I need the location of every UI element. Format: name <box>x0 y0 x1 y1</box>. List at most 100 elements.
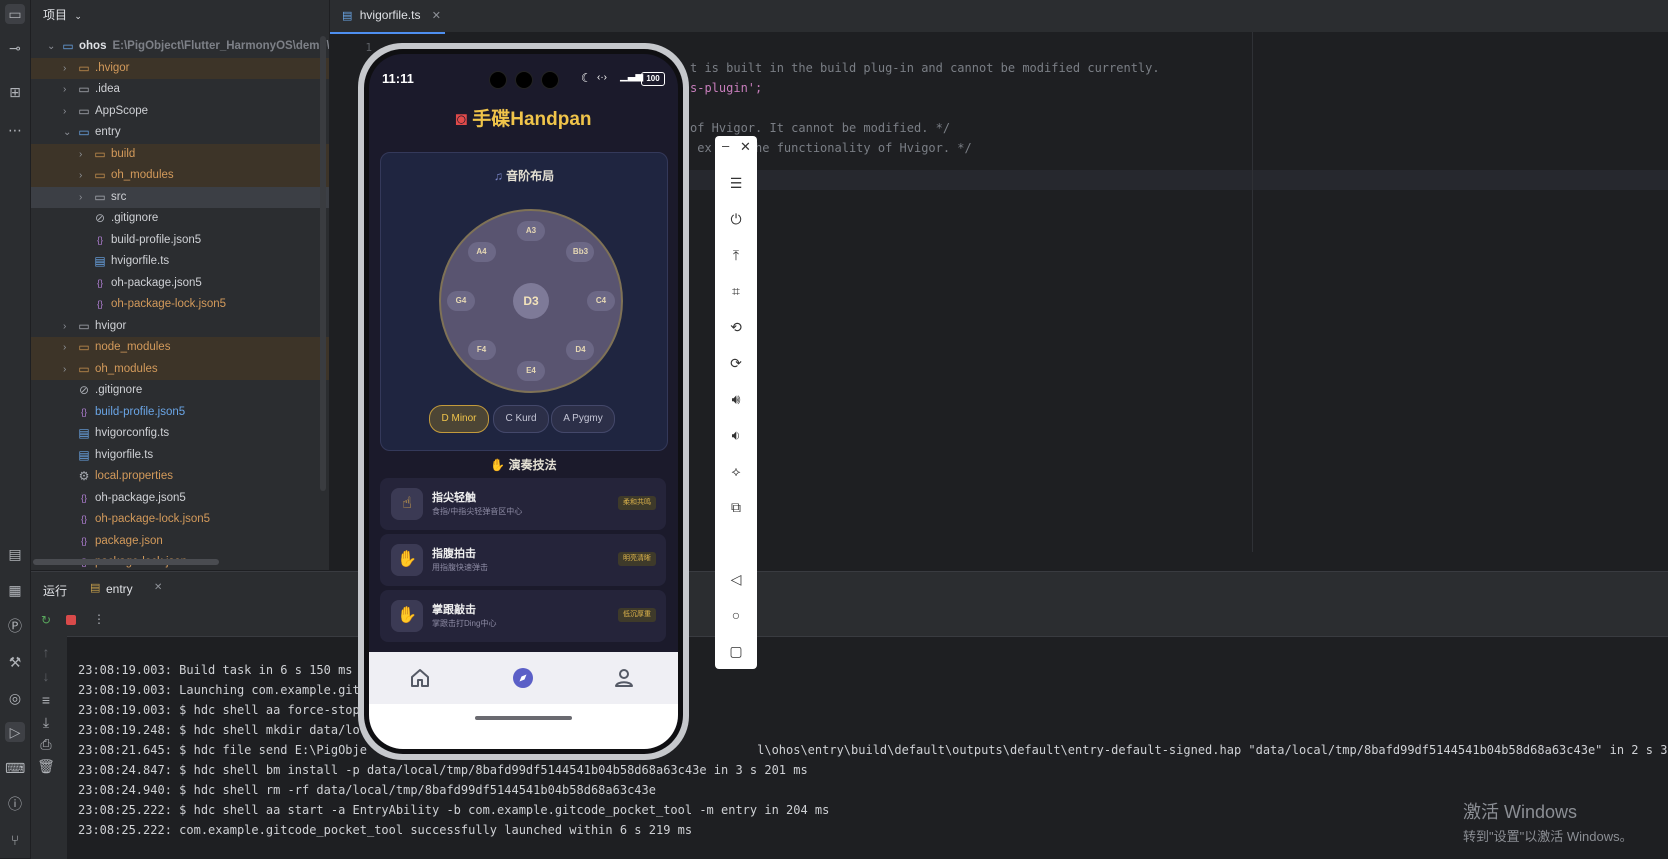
arrow-up-icon[interactable]: ↑ <box>36 642 56 662</box>
crop-screenshot-icon[interactable]: ⌗ <box>715 278 757 304</box>
code-area[interactable]: t is built in the build plug-in and cann… <box>690 38 1640 198</box>
chevron-right-icon[interactable]: › <box>63 79 75 101</box>
volume-down-icon[interactable]: 🔉︎ <box>715 422 757 448</box>
tree-item[interactable]: › ▭ node_modules <box>31 337 329 359</box>
tree-item[interactable]: {} oh-package.json5 <box>31 488 329 510</box>
chevron-right-icon[interactable]: › <box>63 58 75 80</box>
scale-option-button[interactable]: D Minor <box>429 405 489 433</box>
close-icon[interactable]: ✕ <box>740 139 751 155</box>
tree-item[interactable]: ⊘ .gitignore <box>31 208 329 230</box>
tree-item[interactable]: › ▭ hvigor <box>31 316 329 338</box>
build-tool-icon[interactable]: ⚒ <box>5 652 25 672</box>
tree-item[interactable]: ⚙ local.properties <box>31 466 329 488</box>
tone-field[interactable]: C4 <box>587 291 615 311</box>
console-output[interactable]: 23:08:19.003: Build task in 6 s 150 ms 23… <box>78 660 1668 840</box>
tree-item[interactable]: {} oh-package-lock.json5 <box>31 294 329 316</box>
chevron-right-icon[interactable]: › <box>63 316 75 338</box>
problems-tool-icon[interactable]: ⓘ <box>5 794 25 814</box>
scroll-to-end-icon[interactable]: ⤓ <box>36 712 56 732</box>
print-icon[interactable]: ⎙ <box>36 734 56 754</box>
center-note-ding[interactable]: D3 <box>513 283 549 319</box>
rotate-left-icon[interactable]: ⟲ <box>715 314 757 340</box>
tone-field[interactable]: Bb3 <box>566 241 595 262</box>
minimize-icon[interactable]: – <box>722 138 729 153</box>
tree-item[interactable]: {} build-profile.json5 <box>31 402 329 424</box>
home-indicator[interactable] <box>475 716 572 720</box>
chevron-right-icon[interactable]: › <box>63 101 75 123</box>
tree-item[interactable]: › ▭ oh_modules <box>31 358 329 381</box>
git-tool-icon[interactable]: ⑂ <box>5 830 25 850</box>
tree-item[interactable]: › ▭ oh_modules <box>31 165 329 187</box>
terminal-tool-icon[interactable]: ⌨ <box>5 758 25 778</box>
tree-scrollbar[interactable] <box>320 36 326 491</box>
chevron-right-icon[interactable]: › <box>63 337 75 359</box>
tone-field[interactable]: E4 <box>517 361 545 381</box>
tree-item[interactable]: {} package.json <box>31 531 329 553</box>
scale-option-button[interactable]: C Kurd <box>493 405 549 433</box>
soft-wrap-icon[interactable]: ≡ <box>36 690 56 710</box>
close-icon[interactable]: ✕ <box>432 10 441 22</box>
tree-item[interactable]: {} oh-package-lock.json5 <box>31 509 329 531</box>
stop-icon[interactable] <box>66 615 76 625</box>
tree-item[interactable]: ⊘ .gitignore <box>31 380 329 402</box>
todo-tool-icon[interactable]: ▤ <box>5 544 25 564</box>
run-tool-icon[interactable]: ▷ <box>5 722 25 742</box>
tree-item[interactable]: ▤ hvigorfile.ts <box>31 445 329 467</box>
tone-field[interactable]: A4 <box>467 241 496 262</box>
tree-item[interactable]: {} build-profile.json5 <box>31 230 329 252</box>
tree-horizontal-scrollbar[interactable] <box>33 559 219 565</box>
menu-icon[interactable]: ☰ <box>715 170 757 196</box>
tree-item[interactable]: ▤ hvigorconfig.ts <box>31 423 329 445</box>
volume-up-icon[interactable]: 🔊︎ <box>715 386 757 412</box>
home-circle-icon[interactable]: ○ <box>715 602 757 628</box>
home-icon[interactable] <box>408 666 432 690</box>
power-icon[interactable]: ⏻ <box>715 206 757 232</box>
tone-field[interactable]: A3 <box>517 221 545 241</box>
more-options-icon[interactable]: ⋮ <box>93 612 105 626</box>
tree-item[interactable]: › ▭ .hvigor <box>31 57 329 80</box>
structure-tool-icon[interactable]: ⊞ <box>5 82 25 102</box>
technique-card[interactable]: ✋ 掌跟敲击 掌跟击打Ding中心 低沉厚重 <box>380 590 666 642</box>
handpan-drum[interactable]: D3 A3 Bb3 C4 D4 E4 F4 G4 A4 <box>439 209 623 393</box>
chevron-right-icon[interactable]: › <box>79 144 91 166</box>
upload-icon[interactable]: ⤒ <box>715 242 757 268</box>
back-icon[interactable]: ◁ <box>715 566 757 592</box>
project-tool-icon[interactable]: ▭ <box>5 4 25 24</box>
commit-tool-icon[interactable]: ⊸ <box>5 38 25 58</box>
technique-card[interactable]: ☝ 指尖轻触 食指/中指尖轻弹音区中心 柔和共鸣 <box>380 478 666 530</box>
project-panel-header[interactable]: 项目 ⌄ <box>43 6 82 26</box>
close-icon[interactable]: ✕ <box>154 582 162 593</box>
chevron-right-icon[interactable]: › <box>79 165 91 187</box>
chevron-down-icon[interactable]: ⌄ <box>63 122 75 144</box>
tree-item[interactable]: › ▭ .idea <box>31 79 329 101</box>
tree-item[interactable]: › ▭ src <box>31 186 329 209</box>
rotate-right-icon[interactable]: ⟳ <box>715 350 757 376</box>
rerun-icon[interactable]: ↻ <box>41 613 51 627</box>
tree-item[interactable]: ▤ hvigorfile.ts <box>31 251 329 273</box>
shake-icon[interactable]: ⟡ <box>715 458 757 484</box>
tree-item[interactable]: {} oh-package.json5 <box>31 273 329 295</box>
tone-field[interactable]: D4 <box>566 340 595 361</box>
tree-item[interactable]: › ▭ build <box>31 143 329 166</box>
more-tools-icon[interactable]: ⋯ <box>5 120 25 140</box>
tab-hvigorfile[interactable]: ▤ hvigorfile.ts ✕ <box>330 0 445 34</box>
tree-item[interactable]: ⌄ ▭ ohos E:\PigObject\Flutter_HarmonyOS\dem… <box>31 36 329 58</box>
tone-field[interactable]: G4 <box>447 291 475 311</box>
chevron-down-icon[interactable]: ⌄ <box>47 36 59 58</box>
database-tool-icon[interactable]: ▦ <box>5 580 25 600</box>
arrow-down-icon[interactable]: ↓ <box>36 666 56 686</box>
tree-item[interactable]: › ▭ AppScope <box>31 101 329 123</box>
compass-icon[interactable] <box>511 666 535 690</box>
chevron-right-icon[interactable]: › <box>79 187 91 209</box>
recents-icon[interactable]: ▢ <box>715 638 757 664</box>
chevron-right-icon[interactable]: › <box>63 359 75 381</box>
profiler-tool-icon[interactable]: Ⓟ <box>5 616 25 636</box>
tree-item[interactable]: ⌄ ▭ entry <box>31 122 329 144</box>
tab-entry[interactable]: ▤ entry ✕ <box>86 572 186 608</box>
scale-option-button[interactable]: A Pygmy <box>551 405 615 433</box>
profile-icon[interactable] <box>612 666 636 690</box>
services-tool-icon[interactable]: ◎ <box>5 688 25 708</box>
multi-device-icon[interactable]: ⧉ <box>715 494 757 520</box>
tone-field[interactable]: F4 <box>467 340 496 361</box>
trash-icon[interactable]: 🗑 <box>36 756 56 776</box>
